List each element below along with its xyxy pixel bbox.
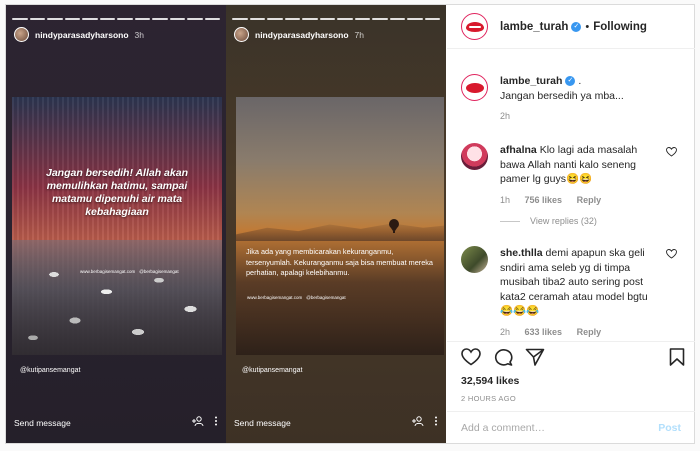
caption-username[interactable]: lambe_turah	[500, 75, 562, 87]
caption-body: lambe_turah ✓ . Jangan bersedih ya mba...…	[500, 74, 685, 124]
add-friend-icon[interactable]	[412, 416, 424, 429]
story-card-handle: @berbagisemangat	[306, 295, 346, 300]
lambe-turah-avatar[interactable]	[461, 13, 488, 40]
post-sidebar: lambe_turah ✓ • Following lambe_turah ✓ .…	[447, 5, 695, 443]
add-comment-bar: Add a comment… Post	[447, 411, 695, 443]
story-header: nindyparasadyharsono 3h	[14, 27, 144, 42]
instagram-post: nindyparasadyharsono 3h Jangan bersedih!…	[5, 4, 695, 444]
comment-icon[interactable]	[493, 348, 513, 366]
story-quote-card: Jika ada yang membicarakan kekuranganmu,…	[236, 97, 444, 355]
story-avatar	[14, 27, 29, 42]
story-username: nindyparasadyharsono	[35, 29, 129, 40]
story-footer: Send message	[14, 416, 218, 429]
story-username: nindyparasadyharsono	[255, 29, 349, 40]
story-mention-tag: @kutipansemangat	[20, 367, 81, 374]
comment-meta: 2h 633 likes Reply	[500, 325, 685, 340]
comment-likes[interactable]: 756 likes	[525, 195, 563, 205]
traffic-photo	[12, 240, 222, 355]
story-quote-card: Jangan bersedih! Allah akan memulihkan h…	[12, 97, 222, 355]
story-progress-bar	[12, 18, 220, 20]
story-footer: Send message	[234, 416, 438, 429]
verified-badge-icon: ✓	[565, 76, 576, 87]
add-friend-icon[interactable]	[192, 416, 204, 429]
story-mention-tag: @kutipansemangat	[242, 367, 303, 374]
comment-like-heart-icon[interactable]	[666, 249, 677, 262]
caption-suffix: .	[578, 75, 582, 87]
story-card-credits: www.berbagisemangat.com @berbagisemangat	[247, 295, 346, 300]
caption-meta: 2h	[500, 109, 685, 124]
comment-body: afhalna Klo lagi ada masalah bawa Allah …	[500, 143, 685, 207]
caption-text: Jangan bersedih ya mba...	[500, 89, 624, 102]
comment-meta: 1h 756 likes Reply	[500, 193, 685, 208]
comment-row: she.thlla demi apapun ska geli sndiri am…	[461, 246, 685, 339]
story-card-site: www.berbagisemangat.com	[80, 269, 136, 274]
following-button[interactable]: Following	[593, 21, 647, 33]
story-time: 3h	[134, 29, 144, 40]
caption-row: lambe_turah ✓ . Jangan bersedih ya mba...…	[461, 74, 685, 124]
view-replies-button[interactable]: View replies (32)	[500, 216, 597, 226]
caption-time[interactable]: 2h	[500, 111, 510, 121]
story-quote-text: Jika ada yang membicarakan kekuranganmu,…	[246, 247, 433, 277]
lips-logo-icon	[465, 21, 484, 32]
replies-divider	[500, 220, 520, 222]
mountain-silhouette	[236, 223, 444, 241]
more-options-icon[interactable]	[434, 416, 438, 429]
story-card-credits: www.berbagisemangat.com @berbagisemangat	[80, 269, 179, 274]
story-screenshot-1: nindyparasadyharsono 3h Jangan bersedih!…	[6, 5, 226, 443]
save-bookmark-icon[interactable]	[669, 348, 685, 366]
comment-time[interactable]: 1h	[500, 195, 510, 205]
post-header: lambe_turah ✓ • Following	[447, 5, 695, 49]
comments-list[interactable]: lambe_turah ✓ . Jangan bersedih ya mba...…	[447, 50, 695, 340]
comment-body: she.thlla demi apapun ska geli sndiri am…	[500, 246, 685, 339]
send-message-input[interactable]: Send message	[234, 418, 402, 428]
comment-row: afhalna Klo lagi ada masalah bawa Allah …	[461, 143, 685, 207]
story-avatar	[234, 27, 249, 42]
posted-time[interactable]: 2 HOURS AGO	[461, 394, 516, 403]
lips-logo-icon	[465, 82, 484, 93]
story-progress-bar	[232, 18, 440, 20]
action-icons	[461, 348, 545, 366]
comment-likes[interactable]: 633 likes	[525, 327, 563, 337]
header-username[interactable]: lambe_turah	[500, 21, 568, 33]
story-time: 7h	[354, 29, 364, 40]
story-card-site: www.berbagisemangat.com	[247, 295, 303, 300]
story-header: nindyparasadyharsono 7h	[234, 27, 364, 42]
more-options-icon[interactable]	[214, 416, 218, 429]
hot-air-balloon-icon	[389, 219, 399, 233]
likes-count[interactable]: 32,594 likes	[461, 375, 519, 387]
like-heart-icon[interactable]	[461, 348, 481, 366]
verified-badge-icon: ✓	[571, 21, 582, 32]
post-image[interactable]: nindyparasadyharsono 3h Jangan bersedih!…	[6, 5, 446, 443]
header-separator: •	[585, 20, 590, 33]
story-quote-text: Jangan bersedih! Allah akan memulihkan h…	[46, 167, 188, 218]
view-replies-label[interactable]: View replies (32)	[530, 216, 597, 226]
comment-time[interactable]: 2h	[500, 327, 510, 337]
send-message-input[interactable]: Send message	[14, 418, 182, 428]
post-comment-button[interactable]: Post	[658, 422, 681, 434]
post-actions: 32,594 likes 2 HOURS AGO	[447, 341, 695, 411]
story-card-handle: @berbagisemangat	[139, 269, 179, 274]
reply-button[interactable]: Reply	[577, 327, 602, 337]
commenter-avatar[interactable]	[461, 246, 488, 273]
caption-avatar[interactable]	[461, 74, 488, 101]
reply-button[interactable]: Reply	[577, 195, 602, 205]
share-icon[interactable]	[525, 348, 545, 366]
commenter-avatar[interactable]	[461, 143, 488, 170]
comment-like-heart-icon[interactable]	[666, 147, 677, 160]
add-comment-input[interactable]: Add a comment…	[461, 422, 658, 434]
comment-username[interactable]: she.thlla	[500, 247, 543, 259]
comment-username[interactable]: afhalna	[500, 144, 537, 156]
